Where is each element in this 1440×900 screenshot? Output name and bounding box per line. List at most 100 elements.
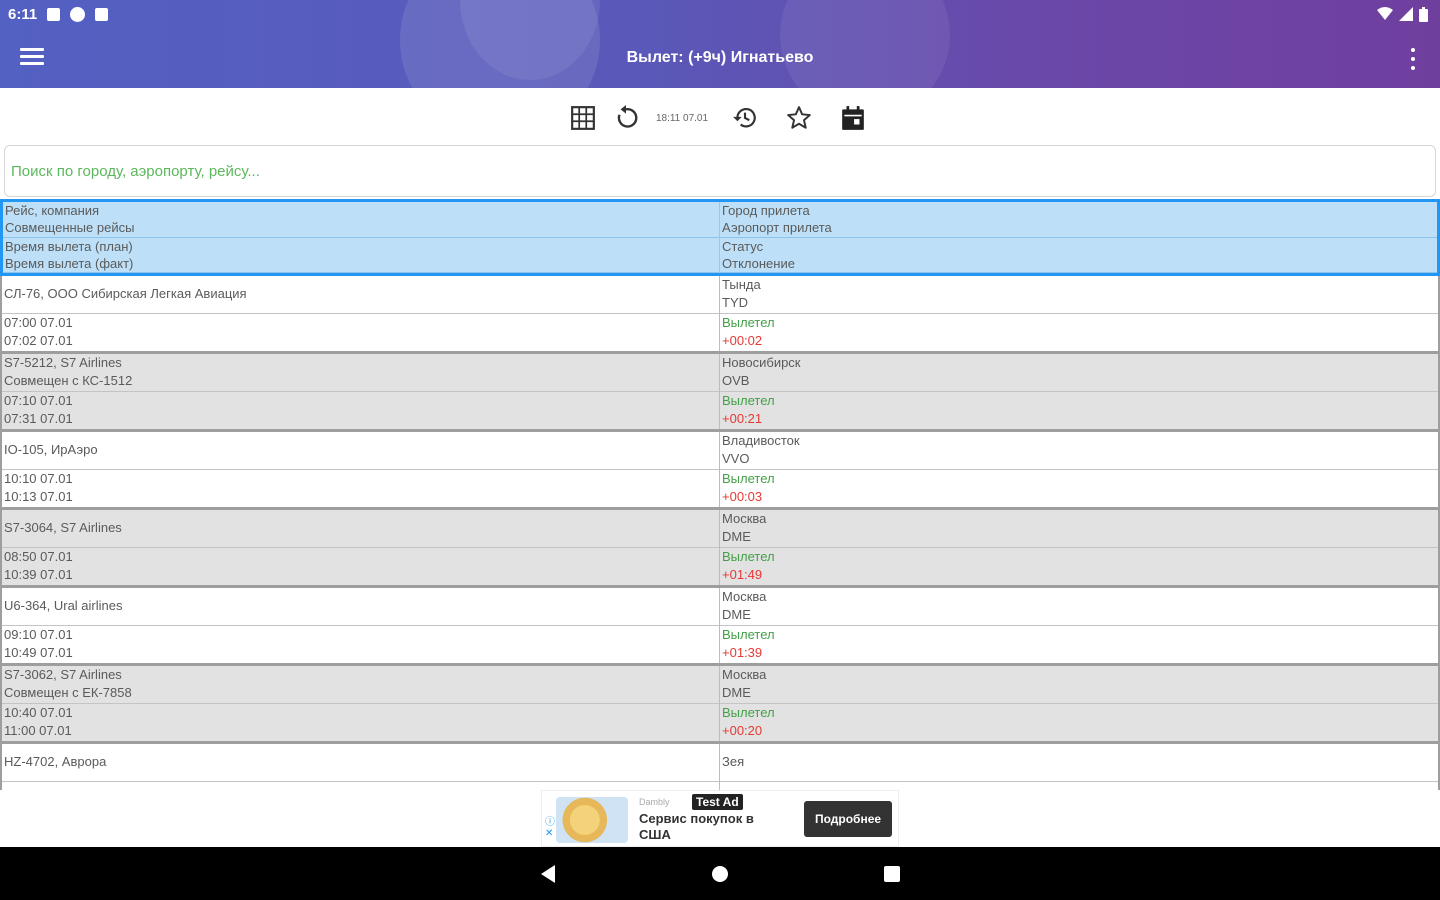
navigation-bar <box>0 847 1440 900</box>
header-arrival-airport: Аэропорт прилета <box>722 220 832 236</box>
header-left: Рейс, компания Совмещенные рейсы Время в… <box>3 202 720 273</box>
flight-delay: +00:02 <box>722 333 763 349</box>
flight-company: IO-105, ИрАэро <box>4 442 98 458</box>
back-button[interactable] <box>537 863 559 885</box>
table-body: СЛ-76, ООО Сибирская Легкая Авиация 07:00… <box>0 276 1440 790</box>
row-left-cell: S7-3062, S7 Airlines Совмещен с ЕК-7858 10… <box>2 666 720 741</box>
flight-status: Вылетел <box>722 627 775 643</box>
row-left-cell: U6-364, Ural airlines 09:10 07.01 10:49 07… <box>2 588 720 663</box>
star-icon <box>787 106 811 129</box>
row-left-cell: IO-105, ИрАэро 10:10 07.01 10:13 07.01 <box>2 432 720 507</box>
app-bar: Вылет: (+9ч) Игнатьево <box>0 28 1440 88</box>
flight-company: U6-364, Ural airlines <box>4 598 123 614</box>
ad-banner[interactable]: ⓘ ✕ Dambly Test Ad Сервис покупок в США П… <box>541 790 899 847</box>
header-arrival-city: Город прилета <box>722 203 810 218</box>
codeshare: Совмещен с КС-1512 <box>4 373 133 389</box>
flight-company: S7-3064, S7 Airlines <box>4 520 122 536</box>
header-status: Статус <box>722 238 764 254</box>
departure-plan: 08:50 07.01 <box>4 549 73 565</box>
row-left-cell: S7-5212, S7 Airlines Совмещен с КС-1512 07… <box>2 354 720 429</box>
flight-delay: +00:21 <box>722 411 763 427</box>
header-deviation: Отклонение <box>722 255 795 271</box>
grid-icon <box>571 106 595 130</box>
app-root: 6:11 Вылет: (+9ч) Игнатьево 18:11 07.01 … <box>0 0 1440 900</box>
departure-plan: 10:40 07.01 <box>4 705 73 721</box>
flight-company: S7-5212, S7 Airlines <box>4 355 122 371</box>
arrival-city: Москва <box>722 667 767 683</box>
flight-company: HZ-4702, Аврора <box>4 754 107 770</box>
row-right-cell: Владивосток VVO Вылетел +00:03 <box>720 432 1438 507</box>
flight-status: Вылетел <box>722 471 775 487</box>
ad-area: ⓘ ✕ Dambly Test Ad Сервис покупок в США П… <box>0 790 1440 847</box>
table-row[interactable]: S7-3062, S7 Airlines Совмещен с ЕК-7858 10… <box>0 666 1440 744</box>
arrival-airport: DME <box>722 685 751 701</box>
departure-plan: 10:10 07.01 <box>4 471 73 487</box>
table-header: Рейс, компания Совмещенные рейсы Время в… <box>0 199 1440 276</box>
arrival-city: Владивосток <box>722 433 800 449</box>
header-flight-company: Рейс, компания <box>5 203 100 218</box>
history-button[interactable] <box>718 96 772 140</box>
arrival-airport: DME <box>722 607 751 623</box>
departure-fact: 10:39 07.01 <box>4 567 73 583</box>
arrival-city: Зея <box>722 754 745 770</box>
header-departure-fact: Время вылета (факт) <box>5 255 134 271</box>
refresh-icon <box>617 105 638 128</box>
favorites-button[interactable] <box>772 96 826 140</box>
home-icon <box>712 865 728 882</box>
departure-plan: 09:10 07.01 <box>4 627 73 643</box>
page-title: Вылет: (+9ч) Игнатьево <box>626 49 814 66</box>
departure-fact: 10:49 07.01 <box>4 645 73 661</box>
table-row[interactable]: U6-364, Ural airlines 09:10 07.01 10:49 07… <box>0 588 1440 666</box>
ad-image <box>556 797 628 843</box>
row-right-cell: Москва DME Вылетел +00:20 <box>720 666 1438 741</box>
table-row[interactable]: S7-5212, S7 Airlines Совмещен с КС-1512 07… <box>0 354 1440 432</box>
signal-icon <box>1399 7 1413 21</box>
arrival-city: Тында <box>722 277 761 293</box>
notification-icon <box>47 7 61 21</box>
status-bar: 6:11 <box>0 0 1440 28</box>
flight-status: Вылетел <box>722 315 775 331</box>
arrival-airport: DME <box>722 529 751 545</box>
departure-plan: 07:10 07.01 <box>4 393 73 409</box>
ad-test-badge: Test Ad <box>692 794 743 810</box>
sim-card-icon <box>95 7 109 21</box>
departure-fact: 10:13 07.01 <box>4 489 73 505</box>
flight-delay: +00:20 <box>722 723 763 739</box>
status-time: 6:11 <box>8 5 38 23</box>
app-notification-icon <box>70 6 86 22</box>
ad-info-icon[interactable]: ⓘ ✕ <box>545 813 555 839</box>
ad-details-button[interactable]: Подробнее <box>804 801 892 837</box>
codeshare: Совмещен с ЕК-7858 <box>4 685 132 701</box>
arrival-city: Москва <box>722 511 767 527</box>
last-update-time: 18:11 07.01 <box>655 112 709 124</box>
flight-delay: +01:49 <box>722 567 763 583</box>
table-view-button[interactable] <box>560 96 606 140</box>
header-codeshare: Совмещенные рейсы <box>5 220 135 236</box>
table-row[interactable]: IO-105, ИрАэро 10:10 07.01 10:13 07.01 Влад… <box>0 432 1440 510</box>
menu-icon[interactable] <box>20 48 44 68</box>
row-left-cell: S7-3064, S7 Airlines 08:50 07.01 10:39 07.… <box>2 510 720 585</box>
recents-button[interactable] <box>881 863 903 885</box>
flight-delay: +01:39 <box>722 645 763 661</box>
battery-icon <box>1419 6 1428 22</box>
flight-company: СЛ-76, ООО Сибирская Легкая Авиация <box>4 286 247 302</box>
header-departure-plan: Время вылета (план) <box>5 238 133 254</box>
flight-company: S7-3062, S7 Airlines <box>4 667 122 683</box>
table-row[interactable]: HZ-4702, Аврора11:25 07.01ЗеяВылетел <box>0 744 1440 790</box>
ad-brand: Dambly <box>639 797 670 807</box>
departure-fact: 07:31 07.01 <box>4 411 73 427</box>
arrival-airport: TYD <box>722 295 748 311</box>
row-right-cell: Москва DME Вылетел +01:49 <box>720 510 1438 585</box>
row-left-cell: СЛ-76, ООО Сибирская Легкая Авиация 07:00… <box>2 276 720 351</box>
row-left-cell: HZ-4702, Аврора11:25 07.01 <box>2 744 720 790</box>
arrival-airport: OVB <box>722 373 750 389</box>
calendar-button[interactable] <box>826 96 880 140</box>
home-button[interactable] <box>709 863 731 885</box>
search-input[interactable] <box>11 162 1435 180</box>
refresh-button[interactable] <box>606 96 646 140</box>
table-row[interactable]: S7-3064, S7 Airlines 08:50 07.01 10:39 07.… <box>0 510 1440 588</box>
departure-fact: 11:00 07.01 <box>4 723 72 739</box>
row-right-cell: Новосибирск OVB Вылетел +00:21 <box>720 354 1438 429</box>
table-row[interactable]: СЛ-76, ООО Сибирская Легкая Авиация 07:00… <box>0 276 1440 354</box>
more-options-icon[interactable] <box>1406 48 1420 70</box>
